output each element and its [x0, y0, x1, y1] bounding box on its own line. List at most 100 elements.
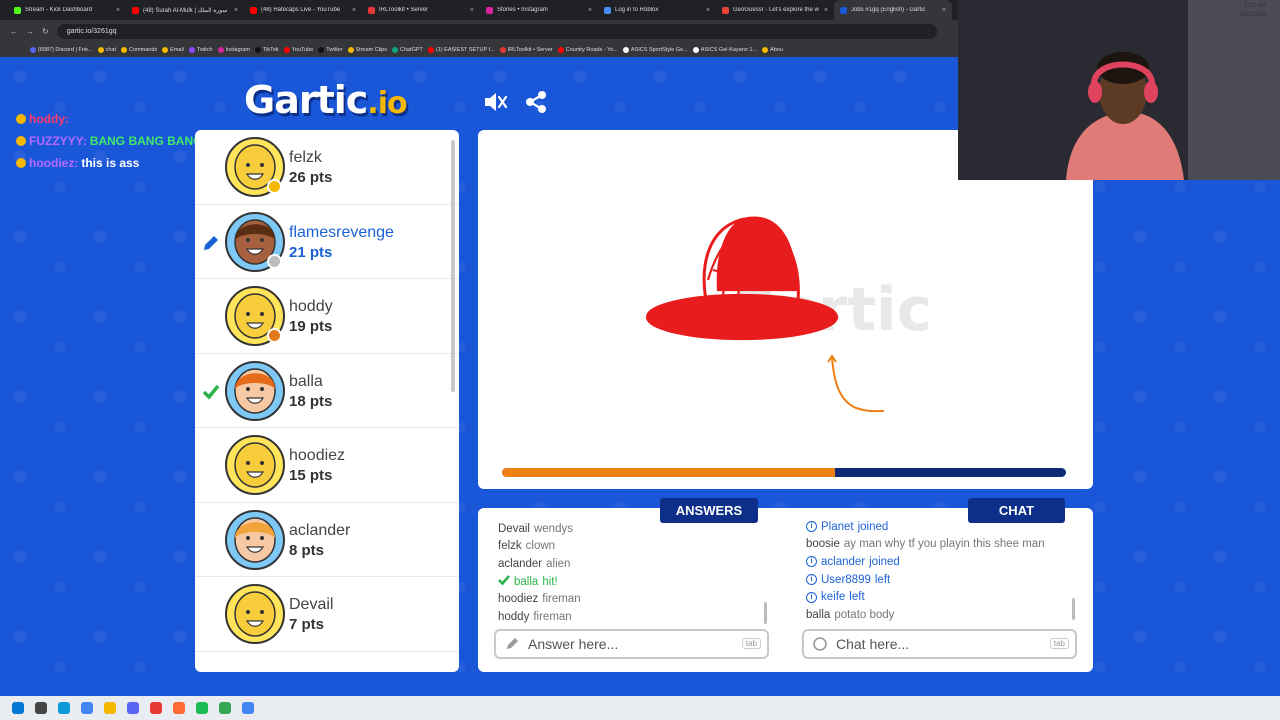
bookmark-label: ASICS Gel-Kayano 1...: [700, 46, 758, 53]
bookmark-item[interactable]: YouTube: [283, 46, 314, 53]
taskbar-app-icon[interactable]: [104, 702, 116, 714]
tab-favicon-icon: [132, 6, 139, 14]
back-icon[interactable]: ←: [10, 27, 18, 36]
bookmark-item[interactable]: (1) EASIEST SETUP f...: [427, 46, 495, 53]
player-points: 26 pts: [289, 169, 333, 186]
bookmark-item[interactable]: Email: [162, 46, 184, 53]
taskbar-app-icon[interactable]: [219, 702, 231, 714]
player-row[interactable]: balla 18 pts: [195, 354, 459, 428]
sound-muted-icon[interactable]: [482, 89, 508, 115]
answer-user: hoddy: [498, 610, 530, 623]
tab-close-icon[interactable]: ×: [942, 7, 946, 14]
bookmark-icon: [283, 46, 290, 53]
bookmark-item[interactable]: Twitter: [318, 46, 343, 53]
player-avatar: [225, 435, 285, 495]
browser-tab[interactable]: (48) Hatecaps Live - YouTube ×: [244, 0, 362, 20]
answer-text: clown: [525, 540, 556, 553]
drawing-strokes: Gartic: [645, 216, 932, 413]
chat-scrollbar[interactable]: [1072, 598, 1075, 620]
chat-text: left: [874, 573, 891, 586]
browser-tab[interactable]: IRLToolkit • Server ×: [362, 0, 480, 20]
answers-list[interactable]: Devail wendys felzk clown aclander alien balla…: [498, 520, 760, 624]
bookmark-label: (6587) Discord | Frie...: [38, 46, 93, 53]
gartic-logo[interactable]: Gartic.io: [244, 78, 408, 122]
taskbar-app-icon[interactable]: [173, 702, 185, 714]
round-timer-bar: [502, 468, 1066, 477]
share-icon[interactable]: [523, 89, 549, 115]
chat-text: potato body: [834, 608, 895, 621]
answers-scrollbar[interactable]: [764, 602, 767, 624]
tab-close-icon[interactable]: ×: [352, 7, 356, 14]
chat-text: ay man why tf you playin this shee man: [843, 538, 1045, 551]
browser-tab[interactable]: (48) Surah Al-Mulk | سورة الملك ×: [126, 0, 244, 20]
chat-list[interactable]: i Planet joined boosie ay man why tf you pla…: [806, 518, 1076, 624]
tab-close-icon[interactable]: ×: [116, 7, 120, 14]
taskbar-app-icon[interactable]: [150, 702, 162, 714]
browser-tab[interactable]: Stories • Instagram ×: [480, 0, 598, 20]
bookmark-item[interactable]: TikTok: [254, 46, 279, 53]
browser-tab[interactable]: Stream - Kick Dashboard ×: [8, 0, 126, 20]
bookmark-item[interactable]: Abou: [762, 46, 783, 53]
browser-tab[interactable]: Log in to Roblox ×: [598, 0, 716, 20]
taskbar-app-icon[interactable]: [242, 702, 254, 714]
answer-input-box[interactable]: tab: [494, 629, 769, 659]
players-list[interactable]: felzk 26 pts flamesrevenge 21 pts hoddy 19 …: [195, 130, 459, 672]
browser-tab[interactable]: Jobs #1gq (English) - Gartic ×: [834, 0, 952, 20]
tab-title: Stories • Instagram: [497, 7, 548, 13]
forward-icon[interactable]: →: [26, 27, 34, 36]
tab-close-icon[interactable]: ×: [706, 7, 710, 14]
bookmark-item[interactable]: (6587) Discord | Frie...: [30, 46, 93, 53]
player-row[interactable]: hoodiez 15 pts: [195, 428, 459, 503]
taskbar-app-icon[interactable]: [35, 702, 47, 714]
bookmark-item[interactable]: Stream Clips: [347, 46, 387, 53]
bookmark-label: Instagram: [225, 46, 250, 53]
tab-close-icon[interactable]: ×: [470, 7, 474, 14]
tab-close-icon[interactable]: ×: [234, 7, 238, 14]
bookmark-label: TikTok: [262, 46, 279, 53]
bookmark-label: YouTube: [291, 46, 314, 53]
chat-item: i Planet joined: [806, 518, 1076, 536]
chat-badge-icon: [16, 114, 26, 124]
bookmark-item[interactable]: IRLToolkit • Server: [499, 46, 553, 53]
chat-tab-hint: tab: [1049, 638, 1069, 649]
overlay-chat-line: hoddy:: [16, 108, 241, 130]
bookmark-item[interactable]: Instagram: [217, 46, 250, 53]
player-row[interactable]: flamesrevenge 21 pts: [195, 205, 459, 279]
player-row[interactable]: felzk 26 pts: [195, 130, 459, 205]
info-icon: i: [806, 521, 817, 533]
bookmark-item[interactable]: Country Roads - Yo...: [557, 46, 618, 53]
chat-text: left: [849, 591, 865, 604]
browser-tab[interactable]: GeoGuessr - Let's explore the w ×: [716, 0, 834, 20]
tab-favicon-icon: [250, 6, 257, 14]
player-avatar: [225, 360, 285, 421]
reload-icon[interactable]: ↻: [42, 27, 49, 36]
taskbar-app-icon[interactable]: [127, 702, 139, 714]
chat-input-box[interactable]: tab: [802, 629, 1077, 659]
answer-text: wendys: [533, 522, 573, 535]
taskbar-app-icon[interactable]: [196, 702, 208, 714]
tab-close-icon[interactable]: ×: [824, 7, 828, 14]
answer-input[interactable]: [528, 636, 718, 652]
tab-close-icon[interactable]: ×: [588, 7, 592, 14]
bookmark-item[interactable]: ASICS Gel-Kayano 1...: [692, 46, 758, 53]
bookmark-item[interactable]: chat: [97, 46, 116, 53]
player-points: 8 pts: [289, 541, 325, 559]
chat-item: boosie ay man why tf you playin this shee…: [806, 536, 1076, 554]
overlay-chat-user: hoodiez:: [29, 156, 79, 170]
player-row[interactable]: hoddy 19 pts: [195, 279, 459, 354]
players-scrollbar[interactable]: [451, 140, 455, 392]
bookmark-label: (1) EASIEST SETUP f...: [435, 46, 495, 53]
bookmark-item[interactable]: Twitch: [188, 46, 213, 53]
address-bar[interactable]: gartic.io/3261gq: [56, 23, 937, 39]
taskbar-app-icon[interactable]: [58, 702, 70, 714]
taskbar-app-icon[interactable]: [81, 702, 93, 714]
bookmark-item[interactable]: ASICS SportStyle Ge...: [622, 46, 688, 53]
bookmark-item[interactable]: Commands: [121, 46, 157, 53]
windows-start-icon[interactable]: [12, 702, 24, 714]
bookmark-label: Email: [170, 46, 184, 53]
player-status-badge: [267, 179, 282, 194]
player-row[interactable]: aclander 8 pts: [195, 503, 459, 577]
chat-input[interactable]: [836, 636, 1026, 652]
bookmark-item[interactable]: ChatGPT: [391, 46, 423, 53]
player-row[interactable]: Devail 7 pts: [195, 577, 459, 652]
